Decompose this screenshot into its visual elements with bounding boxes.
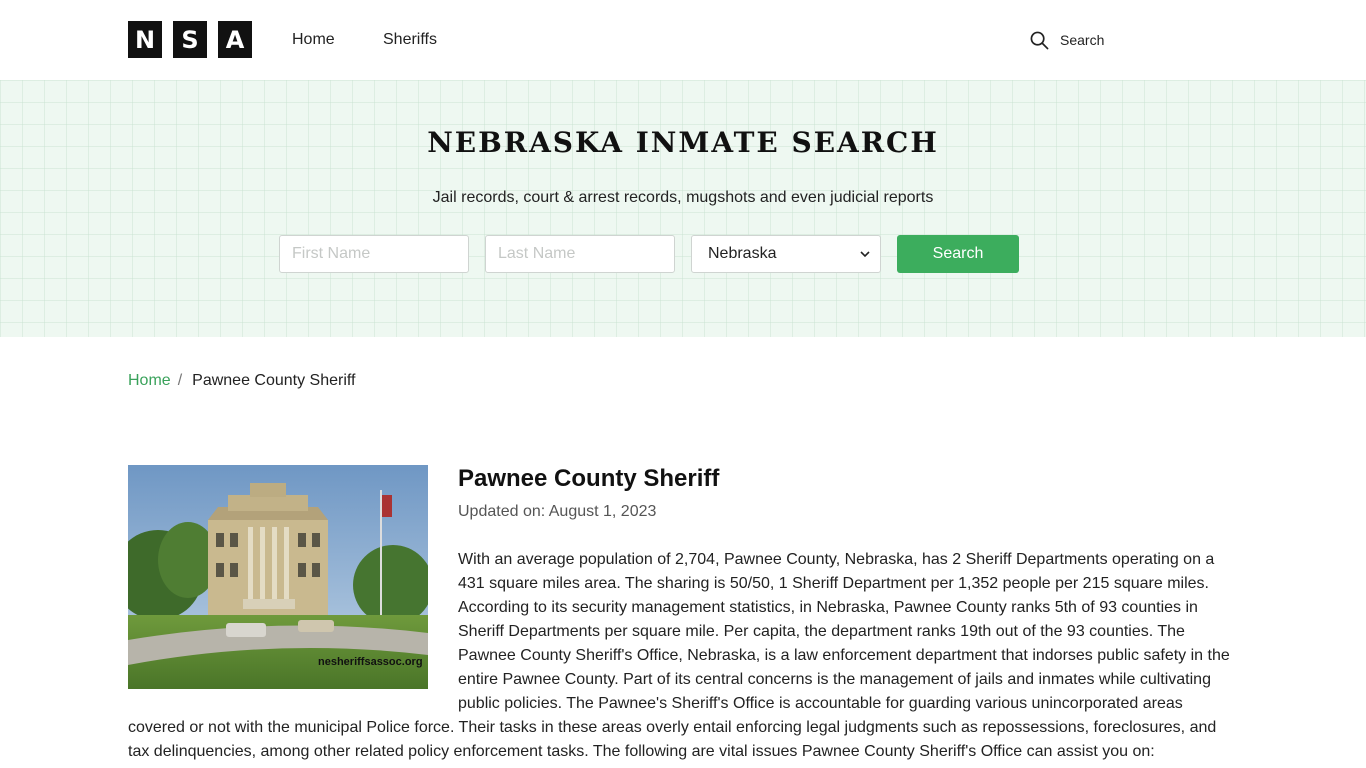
first-name-input[interactable]	[279, 235, 469, 273]
state-select[interactable]: Nebraska	[691, 235, 881, 273]
photo-float-spacer	[128, 548, 458, 702]
chevron-down-icon	[860, 251, 870, 258]
header-search-link[interactable]: Search	[1030, 30, 1104, 50]
site-header: N S A Home Sheriffs Search	[0, 0, 1366, 80]
logo-letter-s: S	[173, 21, 207, 58]
article-title: Pawnee County Sheriff	[458, 465, 720, 492]
breadcrumb-current: Pawnee County Sheriff	[192, 372, 356, 389]
nav-sheriffs-link[interactable]: Sheriffs	[383, 30, 437, 50]
logo-letter-a: A	[218, 21, 252, 58]
state-select-value: Nebraska	[708, 245, 777, 262]
search-button[interactable]: Search	[897, 235, 1019, 273]
article-body: With an average population of 2,704, Paw…	[128, 548, 1238, 764]
updated-date: Updated on: August 1, 2023	[458, 503, 657, 520]
site-logo[interactable]: N S A	[128, 21, 252, 58]
hero-title: NEBRASKA INMATE SEARCH	[427, 126, 939, 159]
breadcrumb-home-link[interactable]: Home	[128, 371, 171, 391]
hero-subtitle: Jail records, court & arrest records, mu…	[432, 189, 934, 206]
header-search-label: Search	[1060, 32, 1105, 48]
search-icon	[1030, 31, 1049, 49]
last-name-input[interactable]	[485, 235, 675, 273]
logo-letter-n: N	[128, 21, 162, 58]
breadcrumb-separator: /	[177, 372, 183, 389]
nav-home-link[interactable]: Home	[292, 30, 335, 50]
hero-search-section: NEBRASKA INMATE SEARCH Jail records, cou…	[0, 80, 1366, 337]
breadcrumb: Home / Pawnee County Sheriff	[128, 371, 356, 391]
